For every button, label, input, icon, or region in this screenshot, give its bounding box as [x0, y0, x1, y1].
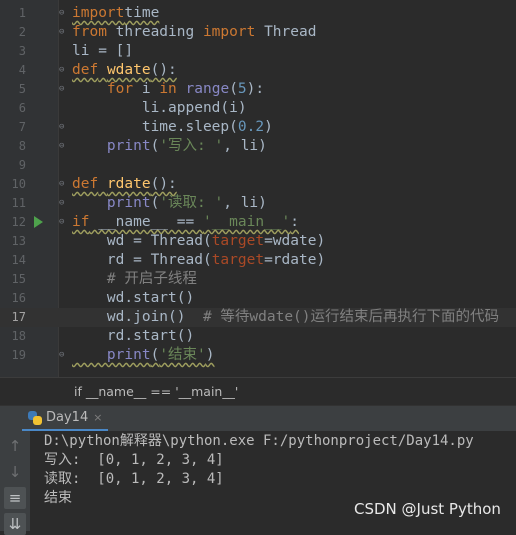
close-icon[interactable]: × [93, 411, 102, 424]
fold-marker-icon[interactable]: ⊖ [59, 27, 68, 37]
fold-marker-icon[interactable]: ⊖ [59, 217, 68, 227]
code-text: print('读取: ', li) [106, 195, 267, 211]
code-line[interactable]: 8 ⊖ print('写入: ', li) [0, 137, 516, 156]
python-file-icon [28, 410, 42, 425]
line-number: 13 [11, 234, 26, 248]
line-number: 15 [11, 272, 26, 286]
code-line[interactable]: 10 ⊖ def rdate(): [0, 175, 516, 194]
code-line[interactable]: 4 ⊖ def wdate(): [0, 61, 516, 80]
line-number: 11 [11, 196, 26, 210]
fold-marker-icon[interactable]: ⊖ [59, 122, 68, 132]
code-text: li = [] [72, 43, 134, 59]
console-line: 写入: [0, 1, 2, 3, 4] [44, 452, 224, 468]
line-number: 12 [11, 215, 26, 229]
code-text: wd = Thread(target=wdate) [72, 233, 326, 249]
code-text: def wdate(): [72, 62, 177, 78]
fold-marker-icon[interactable]: ⊖ [59, 65, 68, 75]
arrow-down-icon[interactable]: ↓ [4, 461, 26, 483]
line-number: 18 [11, 329, 26, 343]
line-number: 2 [18, 25, 26, 39]
line-number: 6 [18, 101, 26, 115]
line-number: 5 [18, 82, 26, 96]
code-line[interactable]: 18 rd.start() [0, 327, 516, 346]
fold-marker-icon[interactable]: ⊖ [59, 84, 68, 94]
code-text: wd.start() [72, 290, 195, 306]
tab-label: Day14 [46, 410, 89, 425]
watermark: CSDN @Just Python [354, 500, 501, 518]
code-line[interactable]: 2 ⊖ from threading import Thread [0, 23, 516, 42]
code-line[interactable]: 3 li = [] [0, 42, 516, 61]
code-line[interactable]: 17 wd.join() # 等待wdate()运行结束后再执行下面的代码 [0, 308, 516, 327]
soft-wrap-icon[interactable]: ≡ [4, 487, 26, 509]
code-text: from threading import Thread [72, 24, 317, 40]
line-number: 8 [18, 139, 26, 153]
fold-marker-icon[interactable]: ⊖ [59, 198, 68, 208]
run-gutter-icon[interactable] [34, 216, 43, 228]
code-line[interactable]: 13 wd = Thread(target=wdate) [0, 232, 516, 251]
console-line: D:\python解释器\python.exe F:/pythonproject… [44, 433, 474, 449]
fold-marker-icon[interactable]: ⊖ [59, 8, 68, 18]
code-text: if __name__ == '__main__': [72, 214, 300, 230]
code-text: def rdate(): [72, 176, 177, 192]
fold-marker-icon[interactable]: ⊖ [59, 141, 68, 151]
tab-run-day14[interactable]: Day14 × [22, 406, 109, 432]
code-text: wd.join() # 等待wdate()运行结束后再执行下面的代码 [72, 309, 500, 325]
arrow-up-icon[interactable]: ↑ [4, 435, 26, 457]
line-number: 14 [11, 253, 26, 267]
code-line[interactable]: 15 # 开启子线程 [0, 270, 516, 289]
code-line[interactable]: 14 rd = Thread(target=rdate) [0, 251, 516, 270]
console-line: 读取: [0, 1, 2, 3, 4] [44, 471, 224, 487]
code-line[interactable]: 9 [0, 156, 516, 175]
code-text: li.append(i) [72, 100, 247, 116]
breadcrumb: if __name__ == '__main__' [0, 377, 516, 406]
code-line[interactable]: 11 ⊖ print('读取: ', li) [0, 194, 516, 213]
code-line[interactable]: 12 ⊖ if __name__ == '__main__': [0, 213, 516, 232]
line-number: 17 [11, 310, 26, 324]
breadcrumb-item[interactable]: if __name__ == '__main__' [74, 384, 238, 399]
code-line[interactable]: 5 ⊖ for i in range(5): [0, 80, 516, 99]
line-number: 1 [18, 6, 26, 20]
code-line[interactable]: 19 ⊖ print('结束') [0, 346, 516, 365]
line-number: 16 [11, 291, 26, 305]
run-tool-window-header: Day14 × [0, 405, 516, 433]
code-editor[interactable]: 1 ⊖ importtime 2 ⊖ from threading import Thre… [0, 0, 516, 377]
fold-marker-icon[interactable]: ⊖ [59, 179, 68, 189]
code-text: print('结束') [106, 347, 215, 363]
line-number: 4 [18, 63, 26, 77]
code-text: for i in range(5): [106, 81, 265, 97]
code-text: importtime [72, 5, 160, 21]
code-text: time.sleep(0.2) [72, 119, 273, 135]
code-text: # 开启子线程 [106, 271, 197, 287]
code-line[interactable]: 6 li.append(i) [0, 99, 516, 118]
code-line[interactable]: 7 ⊖ time.sleep(0.2) [0, 118, 516, 137]
line-number: 9 [18, 158, 26, 172]
scroll-to-end-icon[interactable]: ⇊ [4, 513, 26, 535]
line-number: 19 [11, 348, 26, 362]
fold-marker-icon[interactable]: ⊖ [59, 350, 68, 360]
code-text: rd = Thread(target=rdate) [72, 252, 326, 268]
run-side-toolbar: ↑ ↓ ≡ ⇊ [0, 431, 30, 535]
code-text: print('写入: ', li) [106, 138, 267, 154]
line-number: 10 [11, 177, 26, 191]
code-text: rd.start() [72, 328, 195, 344]
console-line: 结束 [44, 490, 72, 506]
code-line[interactable]: 16 wd.start() [0, 289, 516, 308]
code-line[interactable]: 1 ⊖ importtime [0, 4, 516, 23]
line-number: 7 [18, 120, 26, 134]
line-number: 3 [18, 44, 26, 58]
